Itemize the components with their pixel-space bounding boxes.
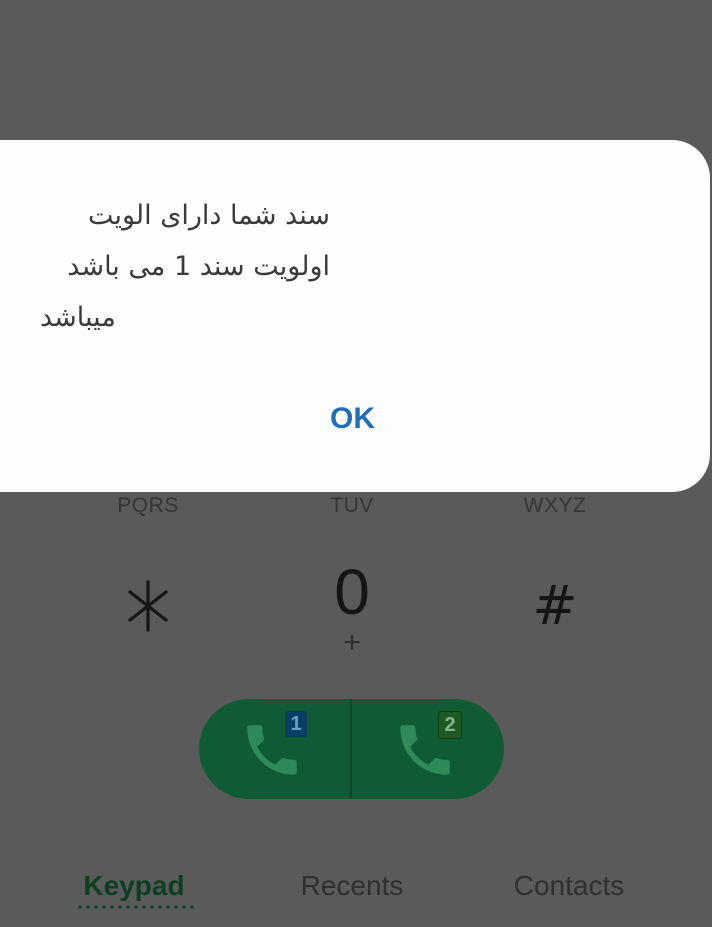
message-line-3: میباشد: [40, 302, 116, 333]
key-9-letters: WXYZ: [523, 494, 587, 517]
key-zero-plus: +: [343, 626, 361, 659]
sim2-badge: 2: [438, 711, 462, 739]
message-line-2: اولویت سند 1 می باشد: [67, 251, 330, 282]
tab-recents[interactable]: Recents: [282, 866, 422, 906]
alert-dialog: سند شما دارای الویت اولویت سند 1 می باشد…: [0, 140, 710, 492]
key-7-letters: PQRS: [117, 494, 179, 517]
key-star[interactable]: [73, 570, 223, 650]
phone-dialer-screen: سند شما دارای الویت اولویت سند 1 می باشد…: [0, 0, 712, 927]
key-8-letters: TUV: [330, 494, 374, 517]
tab-keypad[interactable]: Keypad: [64, 866, 204, 906]
ok-button[interactable]: OK: [250, 390, 455, 446]
active-tab-indicator: [76, 905, 194, 909]
sim1-badge: 1: [285, 711, 307, 737]
call-sim2-button[interactable]: 2: [352, 699, 504, 799]
tab-contacts[interactable]: Contacts: [494, 866, 644, 906]
key-zero-digit: 0: [334, 556, 370, 628]
call-sim1-button[interactable]: 1: [199, 699, 351, 799]
key-zero[interactable]: 0 +: [277, 556, 427, 666]
key-hash[interactable]: #: [480, 570, 630, 650]
key-hash-glyph: #: [532, 574, 578, 637]
dialog-message: سند شما دارای الویت اولویت سند 1 می باشد…: [40, 190, 330, 343]
message-line-1: سند شما دارای الویت: [87, 200, 330, 231]
call-button-group: 1 2: [199, 699, 504, 799]
asterisk-icon: [128, 580, 168, 632]
